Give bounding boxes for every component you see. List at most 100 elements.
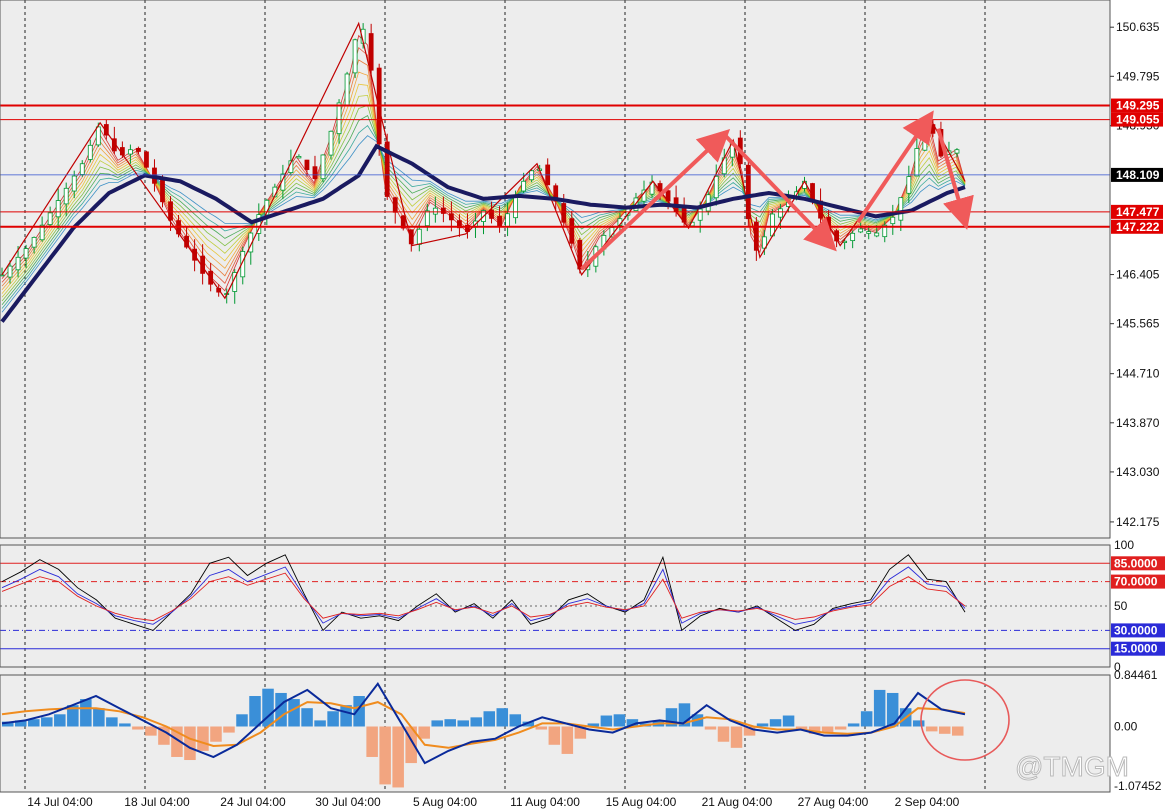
candle-body (127, 149, 133, 155)
x-tick-label: 15 Aug 04:00 (606, 795, 677, 809)
candle-body (144, 151, 149, 168)
macd-histogram-bar (730, 726, 743, 748)
macd-histogram-bar (509, 714, 522, 727)
macd-histogram-bar (197, 726, 209, 751)
macd-histogram-bar (132, 726, 144, 730)
candle-body (866, 231, 872, 234)
candle-body (858, 228, 864, 233)
candle-body (312, 166, 318, 180)
x-tick-label: 24 Jul 04:00 (220, 795, 286, 809)
price-level-label: 147.477 (1116, 205, 1160, 219)
candle-body (577, 239, 583, 270)
chart-background (0, 0, 1175, 810)
candle-body (31, 237, 37, 248)
macd-histogram-bar (210, 726, 222, 742)
candle-body (23, 248, 29, 259)
macd-histogram-bar (457, 720, 469, 727)
candle-body (424, 210, 430, 227)
candle-body (352, 39, 358, 74)
price-level-label: 149.055 (1116, 113, 1160, 127)
watermark-text: @TMGM (1015, 751, 1129, 782)
oscillator-level-label: 85.0000 (1114, 556, 1158, 570)
macd-histogram-bar (106, 717, 118, 727)
y-tick-label: 143.870 (1116, 416, 1160, 430)
candle-body (713, 175, 719, 199)
macd-histogram-bar (249, 696, 261, 727)
macd-histogram-bar (938, 726, 951, 734)
candle-body (328, 130, 334, 156)
macd-histogram-bar (119, 723, 131, 727)
macd-histogram-bar (717, 726, 730, 742)
x-tick-label: 30 Jul 04:00 (315, 795, 381, 809)
x-tick-label: 11 Aug 04:00 (510, 795, 580, 809)
candle-body (890, 216, 896, 225)
macd-histogram-bar (756, 723, 769, 727)
macd-histogram-bar (613, 714, 626, 727)
macd-histogram-bar (535, 726, 548, 730)
candle-body (416, 228, 422, 245)
macd-histogram-bar (379, 726, 391, 785)
macd-histogram-bar (327, 711, 339, 727)
candle-body (850, 232, 856, 242)
y-tick-label: 142.175 (1116, 515, 1160, 529)
macd-histogram-bar (145, 726, 157, 736)
macd-histogram-bar (769, 719, 782, 727)
candle-body (906, 176, 912, 194)
candle-body (697, 208, 703, 221)
macd-histogram-bar (392, 726, 404, 788)
x-tick-label: 27 Aug 04:00 (798, 795, 869, 809)
macd-histogram-bar (925, 726, 938, 732)
candle-body (63, 187, 69, 205)
y-tick-label: 150.635 (1116, 20, 1160, 34)
macd-histogram-bar (496, 708, 509, 727)
x-tick-label: 5 Aug 04:00 (413, 795, 477, 809)
candle-body (898, 197, 904, 221)
candle-body (561, 203, 567, 223)
macd-histogram-bar (41, 717, 53, 727)
macd-histogram-bar (288, 699, 300, 727)
oscillator-level-label: 15.0000 (1114, 642, 1158, 656)
candle-body (344, 73, 350, 107)
candle-body (489, 209, 494, 219)
macd-histogram-bar (301, 708, 313, 727)
candle-body (47, 212, 53, 226)
candle-body (513, 194, 518, 219)
candle-body (448, 213, 454, 221)
current-price-label: 148.109 (1116, 168, 1160, 182)
macd-histogram-bar (704, 726, 717, 730)
candle-body (296, 156, 302, 159)
x-tick-label: 18 Jul 04:00 (124, 795, 190, 809)
macd-tick-label: 0.84461 (1114, 668, 1158, 682)
candle-body (954, 149, 960, 154)
oscillator-level-label: 30.0000 (1114, 623, 1158, 637)
macd-histogram-bar (847, 723, 860, 727)
candle-body (569, 218, 575, 244)
macd-histogram-bar (366, 726, 378, 757)
candle-body (778, 208, 783, 218)
candle-body (505, 213, 510, 228)
candle-body (7, 265, 13, 278)
candle-body (440, 207, 446, 214)
macd-histogram-bar (483, 711, 496, 727)
macd-histogram-bar (275, 692, 287, 727)
macd-histogram-bar (782, 715, 795, 727)
candle-body (304, 159, 310, 170)
macd-histogram-bar (314, 720, 326, 727)
oscillator-tick-label: 100 (1114, 538, 1134, 552)
x-tick-label: 2 Sep 04:00 (895, 795, 960, 809)
macd-histogram-bar (912, 720, 925, 727)
macd-histogram-bar (561, 726, 574, 754)
candle-body (392, 197, 398, 213)
candle-body (95, 126, 101, 146)
candle-body (914, 148, 920, 177)
macd-histogram-bar (548, 726, 561, 745)
candle-body (71, 175, 77, 192)
trading-chart: 14 Jul 04:00 18 Jul 04:00 24 Jul 04:00 30 J… (0, 0, 1175, 810)
y-tick-label: 146.405 (1116, 268, 1160, 282)
macd-histogram-bar (340, 705, 352, 727)
macd-histogram-bar (184, 726, 196, 761)
macd-histogram-bar (834, 726, 847, 730)
price-level-label: 147.222 (1116, 220, 1160, 234)
macd-histogram-bar (600, 715, 613, 727)
macd-histogram-bar (951, 726, 964, 736)
